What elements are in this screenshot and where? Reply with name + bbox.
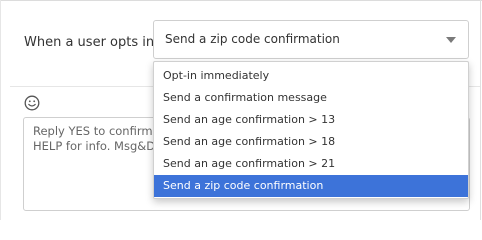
opt-in-label: When a user opts in [24, 35, 155, 50]
panel-left-border [0, 0, 1, 220]
opt-in-action-dropdown-menu: Opt-in immediately Send a confirmation m… [153, 61, 469, 199]
panel-right-border [480, 0, 481, 220]
option-zip-code-confirmation[interactable]: Send a zip code confirmation [154, 175, 468, 197]
option-send-confirmation-message[interactable]: Send a confirmation message [154, 87, 468, 109]
opt-in-action-selected-value: Send a zip code confirmation [165, 32, 340, 46]
panel-top-border [0, 0, 482, 1]
opt-in-settings-panel: When a user opts in Send a zip code conf… [0, 0, 482, 220]
option-age-confirmation-18[interactable]: Send an age confirmation > 18 [154, 131, 468, 153]
chevron-down-icon [446, 37, 456, 43]
option-opt-in-immediately[interactable]: Opt-in immediately [154, 65, 468, 87]
smiley-face-icon[interactable] [24, 95, 40, 111]
option-age-confirmation-13[interactable]: Send an age confirmation > 13 [154, 109, 468, 131]
opt-in-action-select[interactable]: Send a zip code confirmation [153, 20, 469, 59]
option-age-confirmation-21[interactable]: Send an age confirmation > 21 [154, 153, 468, 175]
